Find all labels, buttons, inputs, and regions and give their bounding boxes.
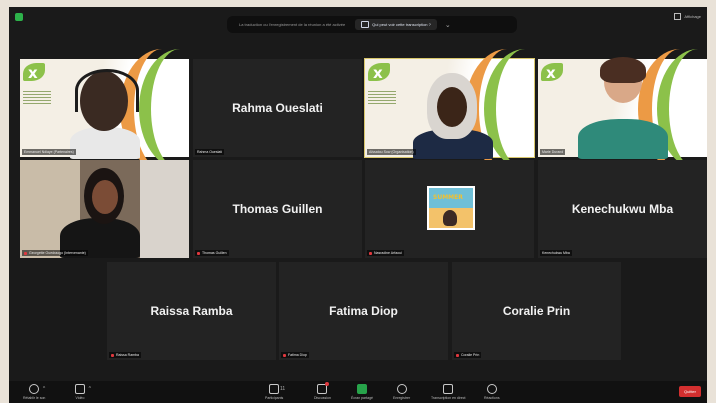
share-screen-button[interactable]: Écran partagé	[351, 384, 373, 400]
reactions-button[interactable]: Réactions	[484, 384, 500, 400]
live-transcript-button[interactable]: Transcription en direct	[431, 384, 466, 400]
mic-muted-icon	[111, 353, 114, 357]
participant-name: Thomas Guillen	[232, 202, 323, 216]
meeting-toolbar: ^ Rétablir le son ^ Vidéo 11 Participant…	[9, 381, 707, 403]
participant-name-tag: Thomas Guillen	[195, 250, 229, 256]
transcript-visibility-label: Qui peut voir cette transcription ?	[372, 22, 431, 27]
participant-tile[interactable]: Raissa Ramba Raissa Ramba	[107, 262, 276, 360]
participant-tile[interactable]: Fatima Diop Fatima Diop	[279, 262, 448, 360]
headset-icon	[75, 69, 139, 112]
chevron-down-icon[interactable]: ⌄	[445, 21, 451, 29]
encryption-shield-icon[interactable]	[15, 13, 23, 21]
event-logo: x	[23, 63, 63, 87]
participant-tile[interactable]: Coralie Prin Coralie Prin	[452, 262, 621, 360]
meeting-window: La traduction ou l'enregistrement de la …	[9, 7, 707, 403]
participant-name-tag: Rahma Oueslati	[195, 149, 225, 155]
record-button[interactable]: Enregistrer	[393, 384, 410, 400]
participant-name-tag: Emmanuel Ndiaye (Partenaires)	[22, 149, 76, 155]
participant-tile[interactable]: SUMMER Nasradine Arfaoui	[365, 160, 534, 258]
view-label: Affichage	[684, 14, 701, 19]
view-button[interactable]: Affichage	[674, 13, 701, 20]
mic-muted-icon	[283, 353, 286, 357]
video-camera-icon: ^	[75, 384, 91, 394]
participant-tile[interactable]: Thomas Guillen Thomas Guillen	[193, 160, 362, 258]
captions-icon	[361, 21, 370, 28]
participant-name-tag: Coralie Prin	[454, 352, 482, 358]
profile-picture: SUMMER	[427, 186, 475, 230]
chat-icon	[317, 382, 330, 394]
participant-tile[interactable]: Rahma Oueslati Rahma Oueslati	[193, 59, 362, 157]
event-logo: x	[368, 63, 408, 87]
active-speaker-tile[interactable]: x Aïssatou Sow (Organisation)	[364, 49, 535, 169]
participant-name: Rahma Oueslati	[232, 101, 323, 115]
participant-name-tag: Georgette Ouedraogo (Intervenante)	[22, 250, 88, 256]
participant-name: Fatima Diop	[329, 304, 398, 318]
participant-name-tag: Fatima Diop	[281, 352, 309, 358]
microphone-icon: ^	[29, 384, 45, 394]
mic-muted-icon	[369, 251, 372, 255]
participant-name: Coralie Prin	[502, 304, 571, 318]
participants-button[interactable]: 11 Participants	[265, 384, 285, 400]
chevron-up-icon: ^	[42, 386, 46, 392]
share-screen-icon	[357, 384, 367, 394]
participant-name-tag: Nasradine Arfaoui	[367, 250, 404, 256]
mic-muted-icon	[24, 251, 27, 255]
recording-notice: La traduction ou l'enregistrement de la …	[227, 16, 517, 33]
leave-button[interactable]: Quitter	[679, 386, 701, 397]
unmute-button[interactable]: ^ Rétablir le son	[23, 384, 45, 400]
participant-tile[interactable]: x Emmanuel Ndiaye (Partenaires)	[20, 49, 189, 169]
transcript-visibility-button[interactable]: Qui peut voir cette transcription ?	[355, 19, 437, 30]
captions-icon	[443, 384, 454, 394]
top-bar: La traduction ou l'enregistrement de la …	[9, 7, 707, 35]
participants-count: 11	[279, 386, 286, 392]
participant-name-tag: Raissa Ramba	[109, 352, 141, 358]
participant-name: Kenechukwu Mba	[571, 202, 674, 216]
participant-tile[interactable]: x Marie Durand	[538, 49, 707, 169]
unread-badge	[325, 382, 330, 386]
chevron-up-icon: ^	[88, 386, 91, 392]
chat-button[interactable]: Discussion	[314, 382, 331, 400]
participant-tile[interactable]: Kenechukwu Mba Kenechukwu Mba	[538, 160, 707, 258]
grid-view-icon	[674, 13, 682, 20]
notice-text: La traduction ou l'enregistrement de la …	[239, 22, 346, 27]
participants-icon: 11	[269, 384, 285, 394]
record-icon	[396, 384, 407, 394]
mic-muted-icon	[197, 251, 200, 255]
event-logo: x	[541, 63, 581, 87]
participant-name-tag: Aïssatou Sow (Organisation)	[367, 149, 416, 155]
emoji-icon	[486, 384, 497, 394]
participant-tile[interactable]: Georgette Ouedraogo (Intervenante)	[20, 160, 189, 258]
participant-name-tag: Kenechukwu Mba	[540, 250, 572, 256]
participant-name-tag: Marie Durand	[540, 149, 566, 155]
participant-name: Raissa Ramba	[150, 304, 233, 318]
mic-muted-icon	[456, 353, 459, 357]
video-button[interactable]: ^ Vidéo	[75, 384, 91, 400]
